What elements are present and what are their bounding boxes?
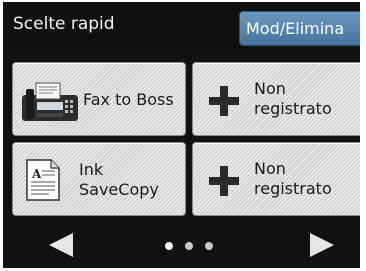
arrow-left-icon[interactable] [47,232,75,258]
shortcut-tile-empty-2[interactable]: Non registrato [192,142,360,216]
page-dot [185,242,193,250]
svg-text:A: A [31,167,42,181]
tile-label: Ink SaveCopy [79,160,159,199]
tile-label: Fax to Boss [83,90,174,109]
header-bar: Scelte rapid Mod/Elimina [3,2,360,52]
document-icon: A [26,159,60,201]
fax-machine-icon [22,82,78,121]
page-navigation [3,224,360,268]
shortcut-tile-fax-to-boss[interactable]: Fax to Boss [12,62,186,136]
screen-title: Scelte rapid [13,14,115,34]
shortcut-tile-empty-1[interactable]: Non registrato [192,62,360,136]
page-indicator [165,242,225,252]
arrow-right-icon[interactable] [308,232,336,258]
plus-icon [209,166,239,196]
edit-delete-button[interactable]: Mod/Elimina [239,11,360,46]
shortcut-screen: Scelte rapid Mod/Elimina Fax to Boss Non… [3,2,360,268]
tile-label: Non registrato [254,159,332,198]
plus-icon [209,86,239,116]
tile-label: Non registrato [254,79,332,118]
page-dot [165,242,173,250]
shortcut-tile-ink-savecopy[interactable]: A Ink SaveCopy [12,142,186,216]
page-dot [205,242,213,250]
